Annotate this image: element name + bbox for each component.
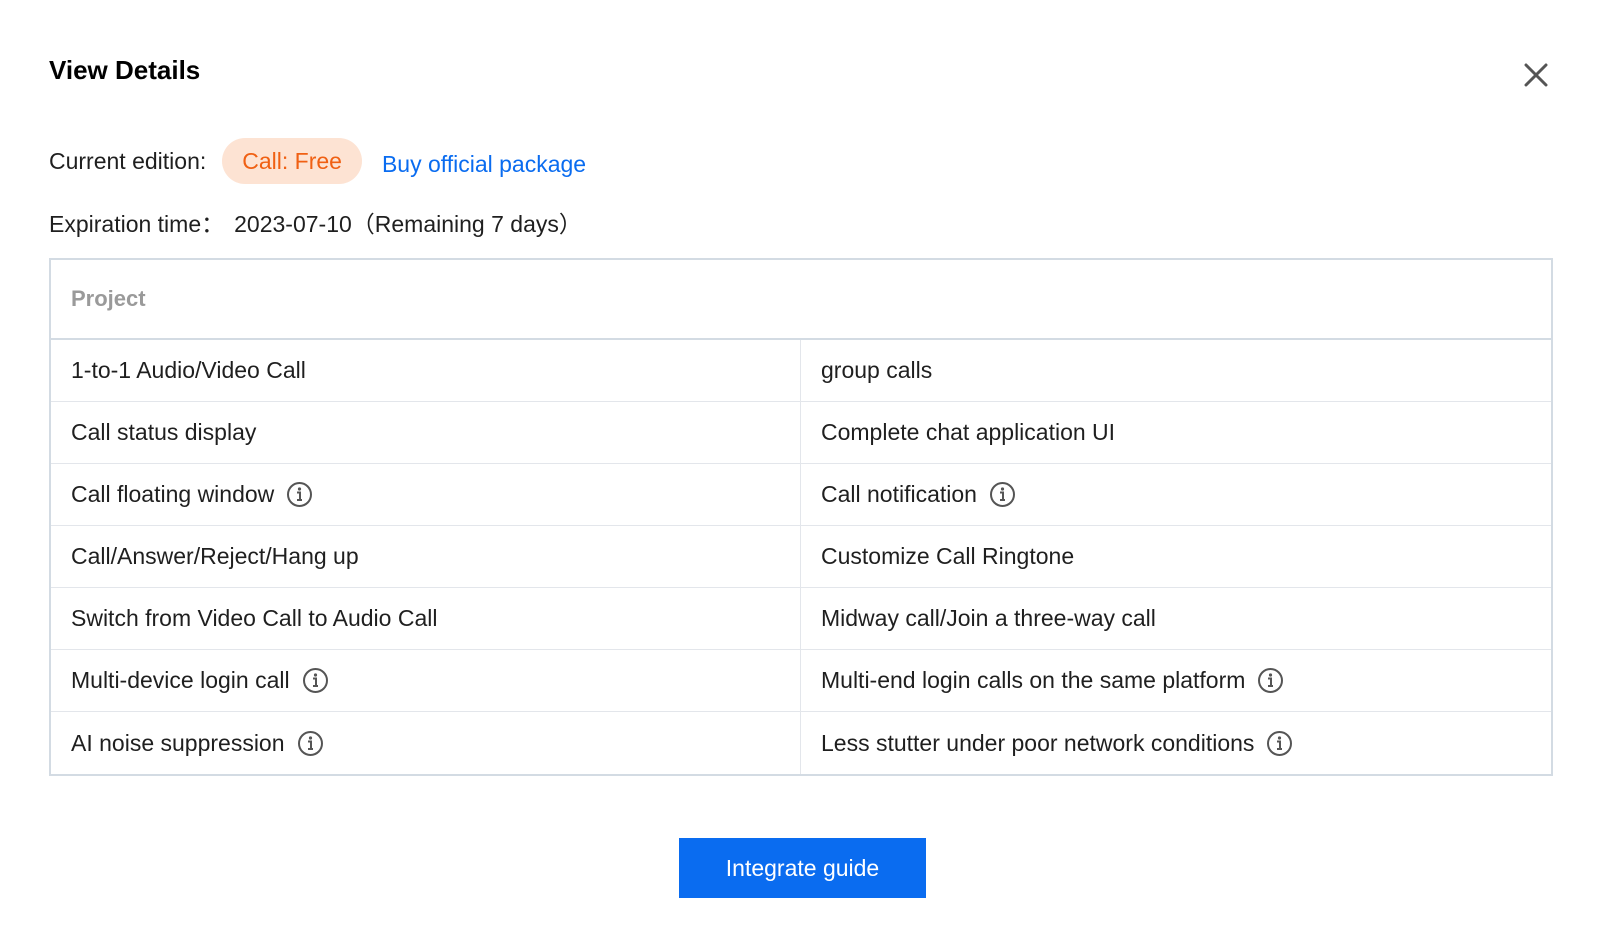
feature-label: Call floating window <box>71 481 275 507</box>
buy-package-link[interactable]: Buy official package <box>382 151 586 178</box>
table-cell: Complete chat application UI <box>801 402 1551 463</box>
feature-label: Call/Answer/Reject/Hang up <box>71 543 359 569</box>
edition-row: Current edition: Call: Free Buy official… <box>49 138 586 184</box>
feature-label: Midway call/Join a three-way call <box>821 605 1156 631</box>
feature-label: AI noise suppression <box>71 729 285 756</box>
feature-label: group calls <box>821 357 933 383</box>
edition-badge: Call: Free <box>222 138 362 184</box>
close-icon[interactable] <box>1522 61 1550 89</box>
feature-label: Call notification <box>821 481 977 507</box>
table-cell: Call floating window <box>51 464 801 525</box>
table-cell: Midway call/Join a three-way call <box>801 588 1551 649</box>
feature-table: Project 1-to-1 Audio/Video Call group cal… <box>49 258 1553 776</box>
table-row: Call floating window Call notification <box>51 464 1551 526</box>
table-cell: Multi-device login call <box>51 650 801 711</box>
feature-label: Customize Call Ringtone <box>821 543 1075 569</box>
dialog-title: View Details <box>49 55 201 85</box>
table-cell: Customize Call Ringtone <box>801 526 1551 587</box>
feature-label: Multi-device login call <box>71 667 290 693</box>
info-icon[interactable] <box>302 667 329 694</box>
feature-label: Multi-end login calls on the same platfo… <box>821 667 1246 693</box>
edition-label: Current edition: <box>49 147 207 174</box>
table-row: Multi-device login call Multi-end login c… <box>51 650 1551 712</box>
expiration-row: Expiration time： 2023-07-10（Remaining 7 … <box>49 205 582 239</box>
table-row: Switch from Video Call to Audio Call Midw… <box>51 588 1551 650</box>
feature-label: Call status display <box>71 419 257 445</box>
table-header: Project <box>51 260 1551 340</box>
table-cell: Less stutter under poor network conditio… <box>801 712 1551 774</box>
table-cell: AI noise suppression <box>51 712 801 774</box>
feature-label: Complete chat application UI <box>821 419 1116 445</box>
table-cell: group calls <box>801 340 1551 401</box>
table-cell: 1-to-1 Audio/Video Call <box>51 340 801 401</box>
table-cell: Call status display <box>51 402 801 463</box>
table-row: Call/Answer/Reject/Hang up Customize Call… <box>51 526 1551 588</box>
expiration-label: Expiration time： <box>49 211 225 237</box>
feature-label: Less stutter under poor network conditio… <box>821 729 1255 756</box>
table-cell: Call notification <box>801 464 1551 525</box>
info-icon[interactable] <box>297 730 324 757</box>
info-icon[interactable] <box>1266 730 1293 757</box>
feature-label: Switch from Video Call to Audio Call <box>71 605 438 631</box>
info-icon[interactable] <box>286 481 313 508</box>
integrate-guide-button[interactable]: Integrate guide <box>679 838 926 898</box>
table-row: 1-to-1 Audio/Video Call group calls <box>51 340 1551 402</box>
view-details-dialog: View Details Current edition: Call: Free… <box>0 0 1599 943</box>
table-row: Call status display Complete chat applica… <box>51 402 1551 464</box>
table-row: AI noise suppression Less stutter under p… <box>51 712 1551 774</box>
table-cell: Switch from Video Call to Audio Call <box>51 588 801 649</box>
expiration-value: 2023-07-10（Remaining 7 days） <box>234 211 582 237</box>
info-icon[interactable] <box>1257 667 1284 694</box>
info-icon[interactable] <box>989 481 1016 508</box>
table-cell: Multi-end login calls on the same platfo… <box>801 650 1551 711</box>
feature-label: 1-to-1 Audio/Video Call <box>71 357 306 383</box>
table-cell: Call/Answer/Reject/Hang up <box>51 526 801 587</box>
table-body: 1-to-1 Audio/Video Call group calls Call s… <box>51 340 1551 774</box>
